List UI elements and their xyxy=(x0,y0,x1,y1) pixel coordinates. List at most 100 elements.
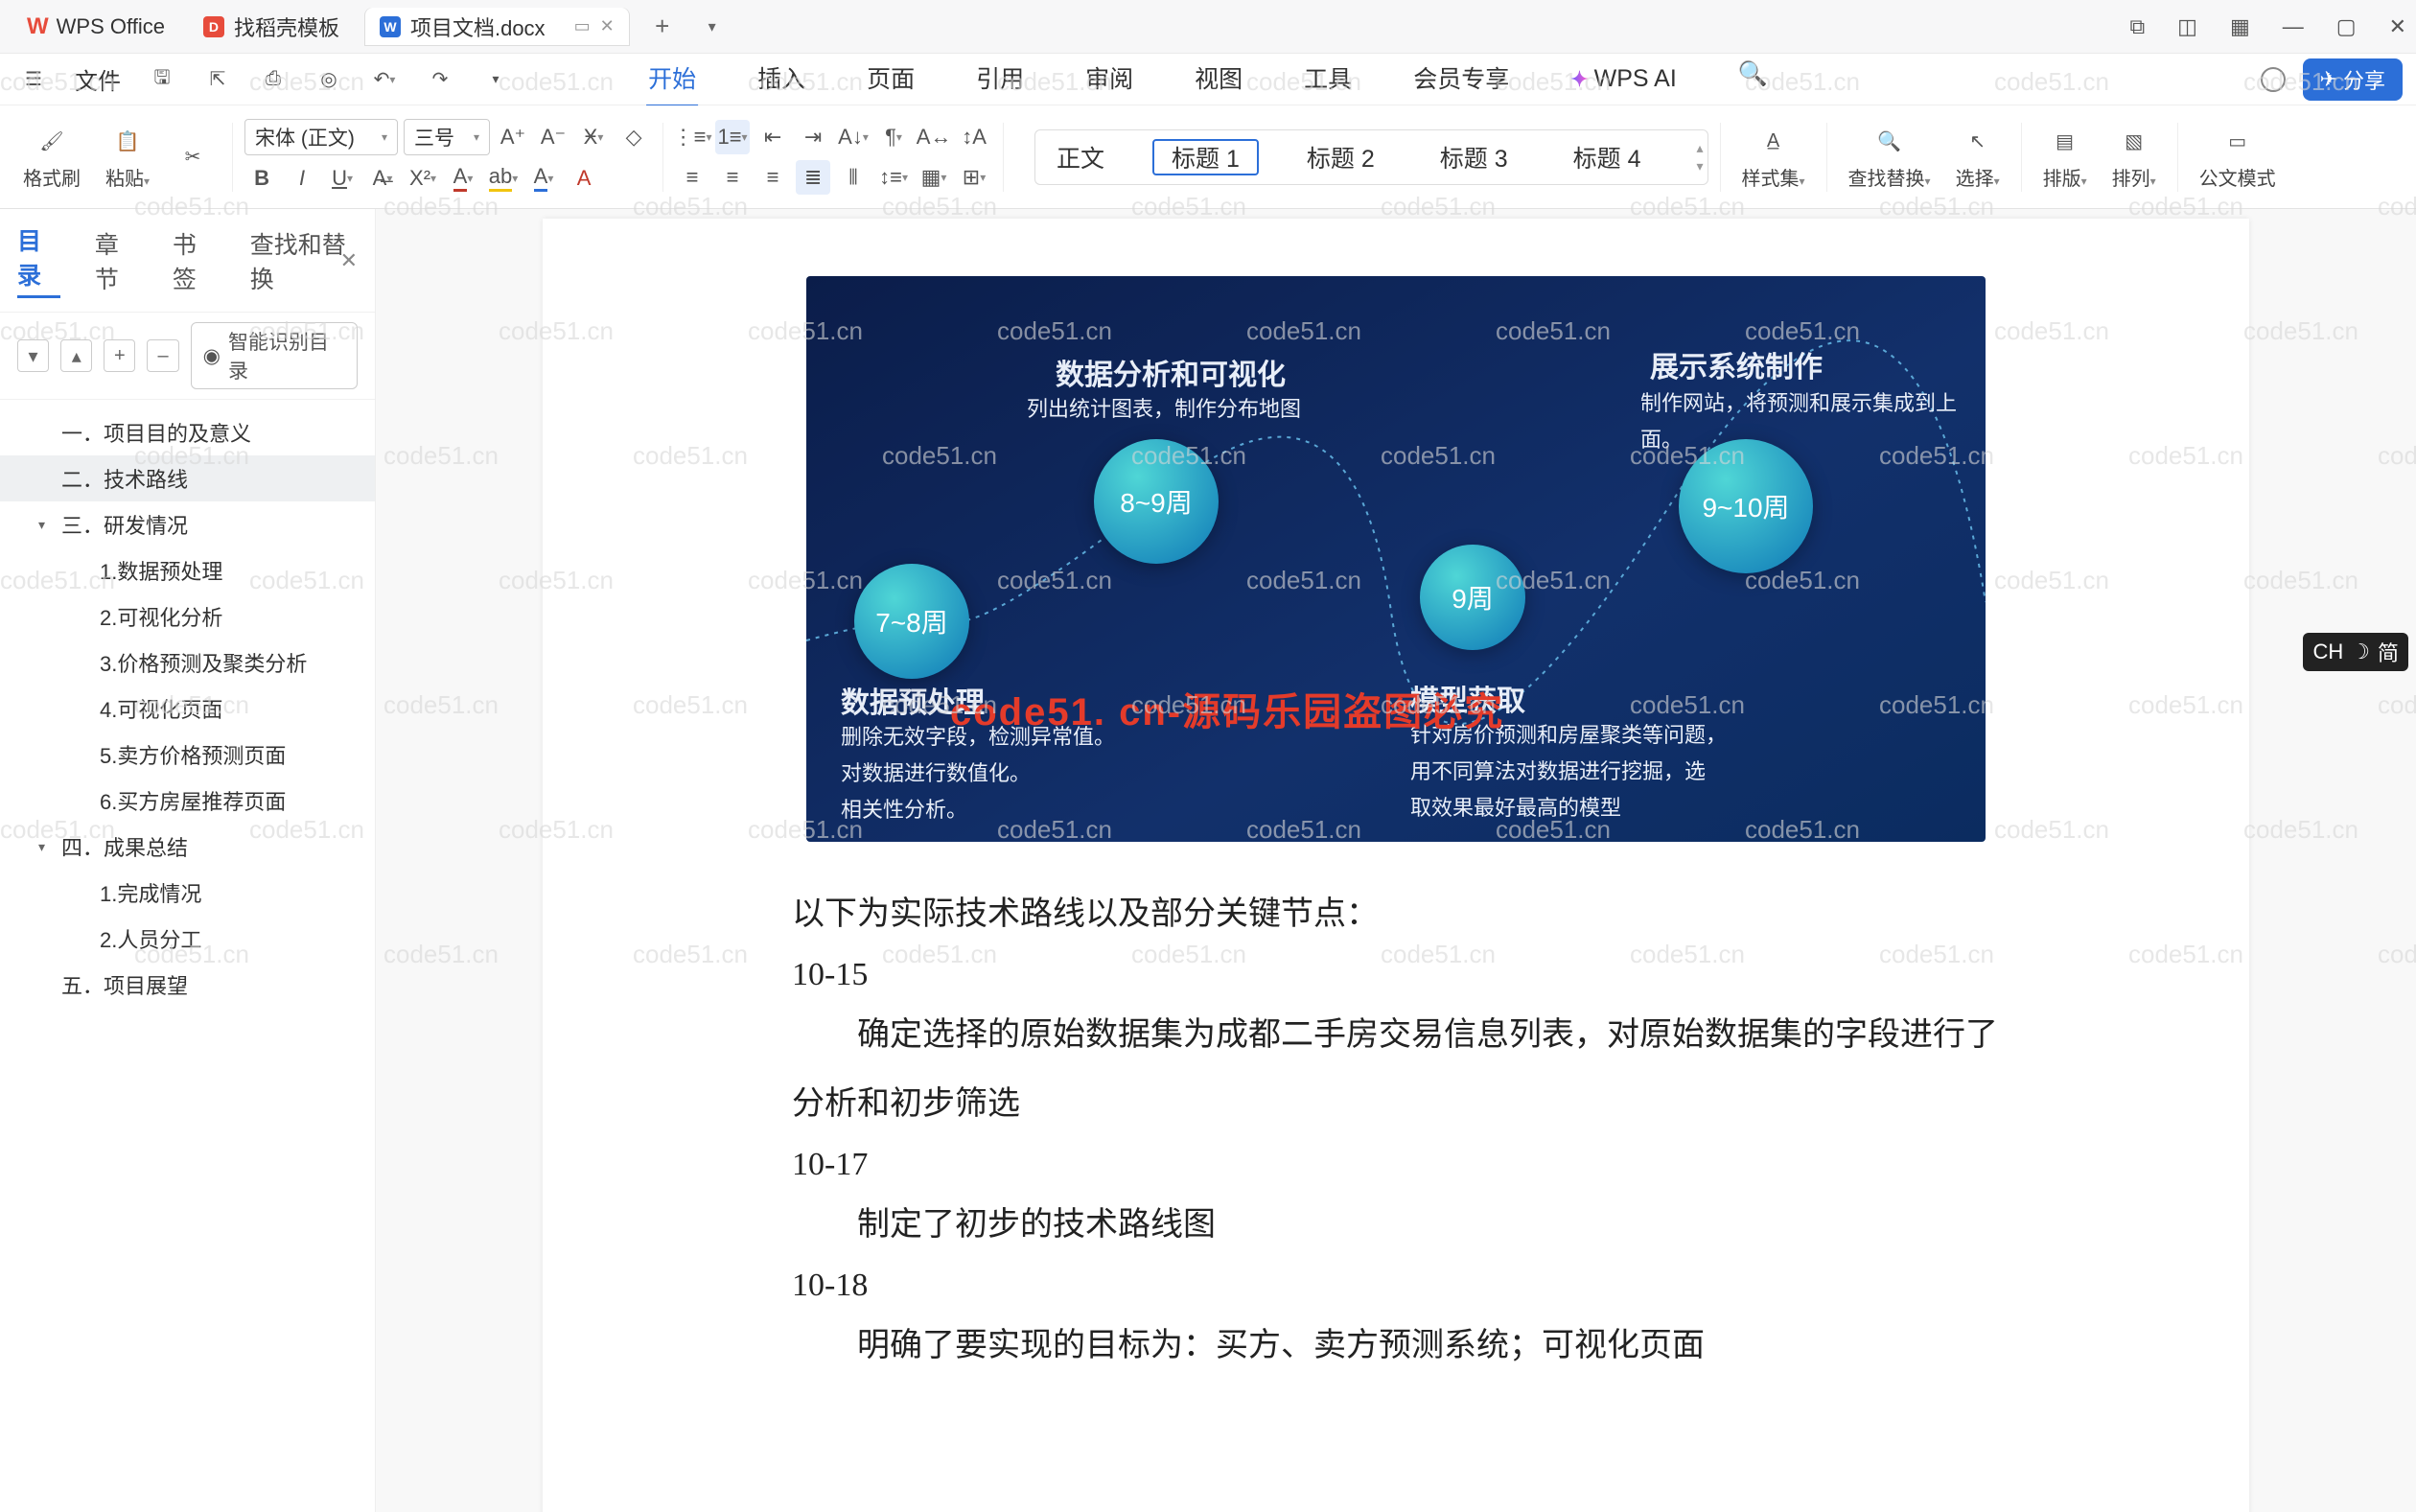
redo-icon[interactable]: ↷ xyxy=(426,65,454,94)
sort-layout-button[interactable]: ▤排版▾ xyxy=(2033,123,2097,191)
expand-icon[interactable]: ▴ xyxy=(60,339,92,372)
toc-item[interactable]: ▾三．研发情况 xyxy=(0,501,375,547)
align-center-icon[interactable]: ≡ xyxy=(715,160,750,195)
tab-view[interactable]: 视图 xyxy=(1193,51,1244,107)
text-direction-icon[interactable]: ↕A xyxy=(957,120,991,154)
change-case-icon[interactable]: Ӿ▾ xyxy=(576,120,611,154)
win-minimize-icon[interactable]: — xyxy=(2283,14,2304,39)
style-heading4[interactable]: 标题 4 xyxy=(1556,134,1659,180)
govdoc-button[interactable]: ▭公文模式 xyxy=(2190,123,2286,191)
style-heading2[interactable]: 标题 2 xyxy=(1289,134,1392,180)
preview-icon[interactable]: ◎ xyxy=(314,65,343,94)
para-marks-icon[interactable]: ¶▾ xyxy=(876,120,911,154)
tab-close-icon[interactable]: ✕ xyxy=(600,16,615,36)
text-color-button[interactable]: A▾ xyxy=(526,161,561,196)
tab-wps-ai[interactable]: ✦WPS AI xyxy=(1568,51,1679,107)
toc-item[interactable]: 2.人员分工 xyxy=(0,916,375,962)
select-button[interactable]: ↖选择▾ xyxy=(1946,123,2009,191)
sort-icon[interactable]: A↓▾ xyxy=(836,120,871,154)
dropdown-icon[interactable]: ▾ xyxy=(481,65,510,94)
save-icon[interactable]: 🖫 xyxy=(148,65,176,94)
style-heading1[interactable]: 标题 1 xyxy=(1152,139,1259,175)
tab-document[interactable]: W 项目文档.docx ▭ ✕ xyxy=(364,8,630,46)
new-tab-button[interactable]: + xyxy=(645,10,680,44)
tab-search-icon[interactable]: 🔍 xyxy=(1736,51,1770,107)
toc-item[interactable]: 2.可视化分析 xyxy=(0,593,375,640)
tab-tools[interactable]: 工具 xyxy=(1302,51,1354,107)
cloud-sync-icon[interactable] xyxy=(2261,67,2286,92)
file-menu[interactable]: 文件 xyxy=(75,62,121,96)
line-spacing-icon[interactable]: ↕≡▾ xyxy=(876,160,911,195)
win-avatar-icon[interactable]: ▦ xyxy=(2230,14,2250,39)
tab-insert[interactable]: 插入 xyxy=(755,51,807,107)
bold-button[interactable]: B xyxy=(244,161,279,196)
paste-button[interactable]: 📋 粘贴▾ xyxy=(96,123,159,191)
style-normal[interactable]: 正文 xyxy=(1039,134,1122,180)
italic-button[interactable]: I xyxy=(285,161,319,196)
sidebar-close-icon[interactable]: ✕ xyxy=(340,248,358,273)
toc-item[interactable]: 3.价格预测及聚类分析 xyxy=(0,640,375,686)
tab-template[interactable]: D 找稻壳模板 xyxy=(188,8,355,46)
ime-indicator[interactable]: CH ☽ 简 xyxy=(2303,633,2408,671)
tab-review[interactable]: 审阅 xyxy=(1083,51,1135,107)
win-layout-icon[interactable]: ⧉ xyxy=(2129,14,2145,39)
font-size-select[interactable]: 三号▾ xyxy=(404,119,490,155)
toc-item[interactable]: 1.数据预处理 xyxy=(0,547,375,593)
toc-item[interactable]: 二．技术路线 xyxy=(0,455,375,501)
arrange-button[interactable]: ▧排列▾ xyxy=(2102,123,2166,191)
toc-item[interactable]: 1.完成情况 xyxy=(0,870,375,916)
bullet-list-icon[interactable]: ⋮≡▾ xyxy=(675,120,709,154)
align-left-icon[interactable]: ≡ xyxy=(675,160,709,195)
toc-item[interactable]: 4.可视化页面 xyxy=(0,686,375,732)
toc-item[interactable]: 五．项目展望 xyxy=(0,962,375,1008)
superscript-button[interactable]: X²▾ xyxy=(406,161,440,196)
decrease-font-icon[interactable]: A⁻ xyxy=(536,120,570,154)
styleset-button[interactable]: A̲样式集▾ xyxy=(1732,123,1815,191)
sidebar-tab-section[interactable]: 章节 xyxy=(95,226,138,295)
toc-item[interactable]: 6.买方房屋推荐页面 xyxy=(0,778,375,824)
collapse-icon[interactable]: ▾ xyxy=(17,339,49,372)
underline-button[interactable]: U▾ xyxy=(325,161,360,196)
decrease-indent-icon[interactable]: ⇤ xyxy=(755,120,790,154)
increase-indent-icon[interactable]: ⇥ xyxy=(796,120,830,154)
strike-button[interactable]: A̶▾ xyxy=(365,161,400,196)
share-button[interactable]: ✈ 分享 xyxy=(2303,58,2403,101)
style-heading3[interactable]: 标题 3 xyxy=(1423,134,1525,180)
highlight-button[interactable]: ab▾ xyxy=(486,161,521,196)
clear-format-icon[interactable]: ◇ xyxy=(616,120,651,154)
tab-member[interactable]: 会员专享 xyxy=(1411,51,1511,107)
distribute-icon[interactable]: ⫴ xyxy=(836,160,871,195)
cut-button[interactable]: ✂ xyxy=(165,139,221,175)
font-color-button[interactable]: A▾ xyxy=(446,161,480,196)
toc-item[interactable]: ▾四．成果总结 xyxy=(0,824,375,870)
text-effect-button[interactable]: A xyxy=(567,161,601,196)
new-tab-dropdown[interactable]: ▾ xyxy=(695,10,730,44)
document-viewport[interactable]: 数据分析和可视化 列出统计图表，制作分布地图 展示系统制作 制作网站，将预测和展… xyxy=(376,209,2416,1512)
win-cube-icon[interactable]: ◫ xyxy=(2177,14,2197,39)
style-nav[interactable]: ▴▾ xyxy=(1696,140,1703,174)
win-maximize-icon[interactable]: ▢ xyxy=(2336,14,2357,39)
shading-icon[interactable]: ▦▾ xyxy=(917,160,951,195)
align-right-icon[interactable]: ≡ xyxy=(755,160,790,195)
print-icon[interactable]: ⎙ xyxy=(259,65,288,94)
undo-icon[interactable]: ↶▾ xyxy=(370,65,399,94)
win-close-icon[interactable]: ✕ xyxy=(2389,14,2406,39)
remove-icon[interactable]: – xyxy=(147,339,178,372)
smart-toc-button[interactable]: ◉智能识别目录 xyxy=(191,322,358,389)
find-replace-button[interactable]: 🔍查找替换▾ xyxy=(1839,123,1940,191)
add-icon[interactable]: + xyxy=(104,339,135,372)
hamburger-icon[interactable]: ☰ xyxy=(19,65,48,94)
tab-reference[interactable]: 引用 xyxy=(974,51,1026,107)
borders-icon[interactable]: ⊞▾ xyxy=(957,160,991,195)
align-justify-icon[interactable]: ≣ xyxy=(796,160,830,195)
toc-item[interactable]: 5.卖方价格预测页面 xyxy=(0,732,375,778)
format-brush-button[interactable]: 🖌 格式刷 xyxy=(13,123,90,191)
tab-menu-icon[interactable]: ▭ xyxy=(574,16,591,36)
export-icon[interactable]: ⇱ xyxy=(203,65,232,94)
toc-item[interactable]: 一．项目目的及意义 xyxy=(0,409,375,455)
increase-font-icon[interactable]: A⁺ xyxy=(496,120,530,154)
ltr-icon[interactable]: A↔ xyxy=(917,120,951,154)
font-name-select[interactable]: 宋体 (正文)▾ xyxy=(244,119,398,155)
sidebar-tab-bookmark[interactable]: 书签 xyxy=(173,226,216,295)
tab-start[interactable]: 开始 xyxy=(646,51,698,107)
